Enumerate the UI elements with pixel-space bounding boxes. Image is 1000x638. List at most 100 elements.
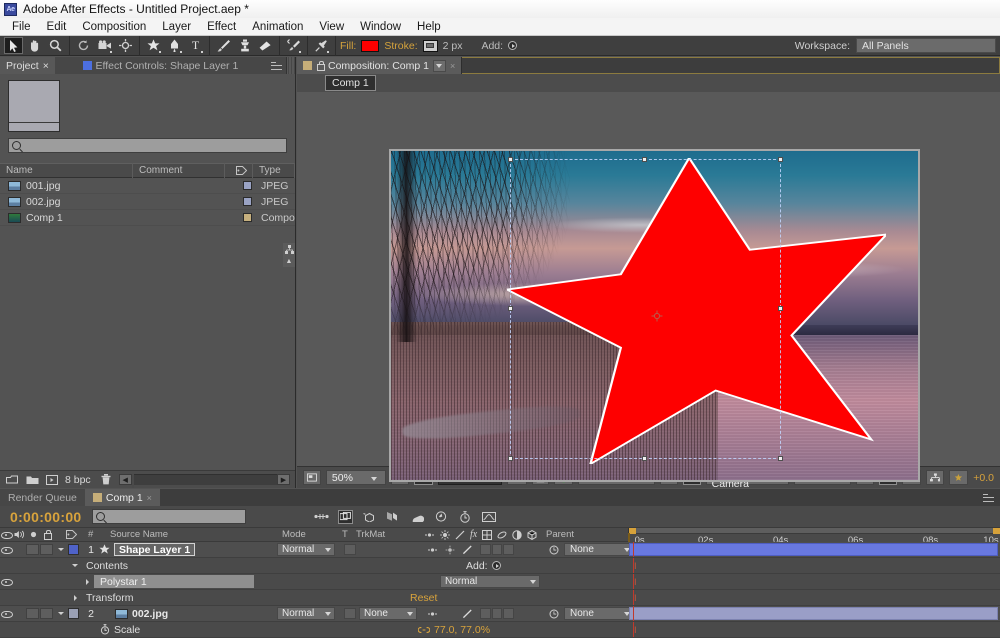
project-search-input[interactable] xyxy=(8,138,287,153)
comp-flowchart-icon[interactable] xyxy=(925,470,945,485)
video-switch-icon[interactable] xyxy=(1,545,13,555)
column-mode[interactable]: Mode xyxy=(282,528,342,542)
project-horizontal-scrollbar[interactable]: ◀ ▶ xyxy=(118,474,290,488)
timeline-layer-row[interactable]: 1 Shape Layer 1 Normal None xyxy=(0,542,1000,558)
property-track-area[interactable]: I xyxy=(628,574,1000,589)
interpret-footage-icon[interactable] xyxy=(5,474,19,486)
clone-stamp-tool-icon[interactable] xyxy=(235,37,254,54)
anchor-point-icon[interactable] xyxy=(651,310,663,322)
bit-depth-label[interactable]: 8 bpc xyxy=(65,474,91,486)
tab-project[interactable]: Project × xyxy=(0,57,55,74)
star-shape-tool-icon[interactable] xyxy=(144,37,163,54)
effects-toggle[interactable] xyxy=(480,544,491,555)
solo-switch-cell[interactable] xyxy=(40,608,53,619)
new-composition-icon[interactable] xyxy=(45,474,59,486)
timeline-property-row[interactable]: Polystar 1 Normal I xyxy=(0,574,1000,590)
menu-file[interactable]: File xyxy=(4,18,39,36)
new-folder-icon[interactable] xyxy=(25,474,39,486)
pen-tool-icon[interactable] xyxy=(165,37,184,54)
timeline-group-row[interactable]: Transform Reset I xyxy=(0,590,1000,606)
project-item-label-color[interactable] xyxy=(233,181,261,190)
expand-group-icon[interactable] xyxy=(72,564,78,567)
tab-composition-comp1[interactable]: Composition: Comp 1 × xyxy=(297,57,463,74)
panel-menu-button[interactable] xyxy=(266,57,286,74)
motion-blur-toggle[interactable] xyxy=(503,544,515,555)
column-label-icon[interactable] xyxy=(225,163,253,178)
layer-name-field[interactable]: Shape Layer 1 xyxy=(114,543,196,556)
delete-icon[interactable] xyxy=(99,474,113,486)
stroke-color-swatch[interactable] xyxy=(422,39,438,52)
parent-pickwhip-icon[interactable] xyxy=(549,609,559,619)
exposure-value[interactable]: +0.0 xyxy=(973,472,994,484)
roto-brush-tool-icon[interactable] xyxy=(284,37,303,54)
preserve-transparency-toggle[interactable] xyxy=(344,544,356,555)
scrollbar-thumb[interactable] xyxy=(131,474,134,488)
auto-keyframe-icon[interactable] xyxy=(458,510,473,524)
quality-toggle-icon[interactable] xyxy=(462,609,473,619)
shy-toggle-icon[interactable] xyxy=(427,610,438,618)
solo-switch-cell[interactable] xyxy=(40,544,53,555)
add-shape-menu-icon[interactable] xyxy=(491,561,501,570)
shy-toggle-icon[interactable] xyxy=(427,546,438,554)
brush-tool-icon[interactable] xyxy=(214,37,233,54)
column-parent[interactable]: Parent xyxy=(542,528,628,542)
tab-timeline-comp1[interactable]: Comp 1 × xyxy=(84,489,160,506)
layer-duration-bar[interactable] xyxy=(629,607,998,620)
project-item-row[interactable]: Comp 1 Compo xyxy=(0,210,295,226)
column-name[interactable]: Name xyxy=(0,163,133,178)
property-track-area[interactable]: I xyxy=(628,622,1000,637)
expand-property-icon[interactable] xyxy=(85,578,89,585)
project-item-row[interactable]: 001.jpg JPEG xyxy=(0,178,295,194)
column-source-name[interactable]: Source Name xyxy=(110,528,282,542)
effects-toggle[interactable] xyxy=(480,608,491,619)
layer-duration-bar[interactable] xyxy=(629,543,998,556)
collapse-transformations-toggle-icon[interactable] xyxy=(445,545,455,555)
layer-parent-selector[interactable]: None xyxy=(564,607,634,620)
menu-composition[interactable]: Composition xyxy=(74,18,154,36)
video-switch-icon[interactable] xyxy=(1,577,13,587)
stroke-width-value[interactable]: 2 px xyxy=(443,40,463,52)
motion-blur-toggle[interactable] xyxy=(503,608,515,619)
pan-behind-tool-icon[interactable] xyxy=(116,37,135,54)
work-area-bar[interactable] xyxy=(629,528,1000,534)
hand-tool-icon[interactable] xyxy=(25,37,44,54)
expand-group-icon[interactable] xyxy=(73,594,77,601)
column-index[interactable]: # xyxy=(88,528,110,542)
group-track-area[interactable]: I xyxy=(628,590,1000,605)
reset-link[interactable]: Reset xyxy=(410,590,437,606)
frame-blend-toggle[interactable] xyxy=(491,544,503,555)
panel-grip[interactable] xyxy=(286,57,295,74)
scroll-hierarchy-icon[interactable] xyxy=(283,243,295,255)
brainstorm-icon[interactable] xyxy=(434,510,449,524)
fill-color-swatch[interactable] xyxy=(361,39,380,52)
close-icon[interactable]: × xyxy=(450,61,455,71)
menu-window[interactable]: Window xyxy=(352,18,409,36)
enable-frame-blending-icon[interactable] xyxy=(386,510,401,524)
close-icon[interactable]: × xyxy=(43,60,49,72)
composition-mini-flowchart-icon[interactable] xyxy=(313,510,329,524)
hide-shy-layers-icon[interactable] xyxy=(362,510,377,524)
parent-pickwhip-icon[interactable] xyxy=(549,545,559,555)
draft-3d-icon[interactable] xyxy=(337,509,353,524)
menu-help[interactable]: Help xyxy=(409,18,449,36)
layer-source-name[interactable]: 002.jpg xyxy=(132,608,168,620)
shape-blend-mode-selector[interactable]: Normal xyxy=(440,575,540,588)
eraser-tool-icon[interactable] xyxy=(256,37,275,54)
video-switch-icon[interactable] xyxy=(1,609,13,619)
selection-tool-icon[interactable] xyxy=(4,37,23,54)
timeline-layer-row[interactable]: 2 002.jpg Normal None None xyxy=(0,606,1000,622)
menu-edit[interactable]: Edit xyxy=(39,18,75,36)
timeline-search-input[interactable] xyxy=(91,509,246,524)
selection-handle[interactable] xyxy=(642,157,648,163)
scale-value[interactable]: 77.0, 77.0% xyxy=(434,624,490,636)
rotation-tool-icon[interactable] xyxy=(74,37,93,54)
work-area-end-handle[interactable] xyxy=(993,528,1000,534)
graph-editor-icon[interactable] xyxy=(482,510,497,524)
type-tool-icon[interactable]: T xyxy=(186,37,205,54)
selection-handle[interactable] xyxy=(642,455,648,461)
lock-icon[interactable] xyxy=(316,61,325,71)
selection-handle[interactable] xyxy=(507,455,513,461)
camera-tool-icon[interactable] xyxy=(95,37,114,54)
tab-effect-controls[interactable]: Effect Controls: Shape Layer 1 xyxy=(54,57,266,74)
layer-mode-selector[interactable]: Normal xyxy=(277,607,335,620)
